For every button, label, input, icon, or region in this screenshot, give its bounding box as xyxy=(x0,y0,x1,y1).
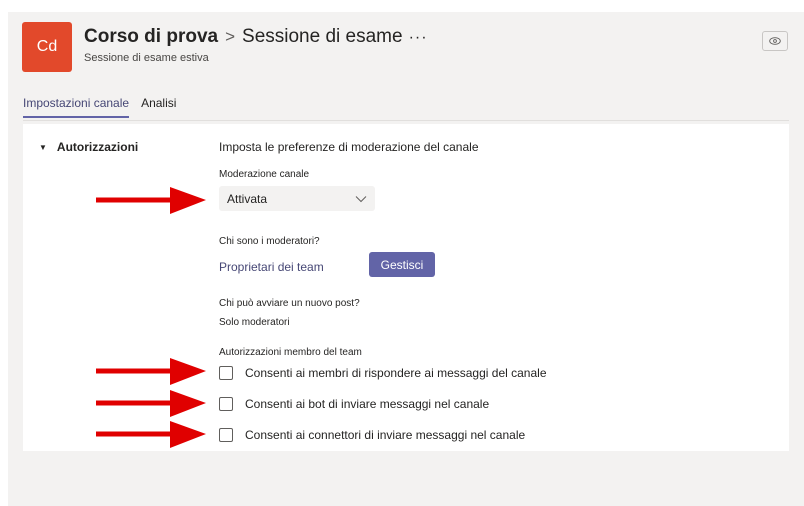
member-permissions-label: Autorizzazioni membro del team xyxy=(219,347,362,358)
team-avatar: Cd xyxy=(22,22,72,72)
new-post-label: Chi può avviare un nuovo post? xyxy=(219,298,360,309)
eye-icon xyxy=(769,37,781,45)
section-title: Autorizzazioni xyxy=(56,140,139,154)
permission-option-connectors[interactable]: Consenti ai connettori di inviare messag… xyxy=(219,428,525,442)
moderation-dropdown[interactable]: Attivata xyxy=(219,186,375,211)
annotation-arrow-icon xyxy=(96,390,206,417)
team-subtitle: Sessione di esame estiva xyxy=(84,52,209,64)
tab-bar: Impostazioni canale Analisi xyxy=(23,96,176,118)
caret-down-icon: ▼ xyxy=(39,142,47,152)
moderators-value-link[interactable]: Proprietari dei team xyxy=(219,260,324,274)
manage-button[interactable]: Gestisci xyxy=(369,252,435,277)
permission-option-replies[interactable]: Consenti ai membri di rispondere ai mess… xyxy=(219,366,547,380)
moderators-label: Chi sono i moderatori? xyxy=(219,236,320,247)
chevron-right-icon: > xyxy=(225,27,236,46)
more-options-icon[interactable]: ··· xyxy=(409,29,428,47)
tab-channel-settings[interactable]: Impostazioni canale xyxy=(23,96,130,118)
team-avatar-initials: Cd xyxy=(36,38,58,55)
annotation-arrow-icon xyxy=(96,187,206,214)
permissions-section-toggle[interactable]: ▼ Autorizzazioni xyxy=(39,140,138,154)
moderation-label: Moderazione canale xyxy=(219,169,310,180)
team-name[interactable]: Corso di prova xyxy=(84,26,218,48)
tab-analytics[interactable]: Analisi xyxy=(141,96,176,118)
tabs-divider xyxy=(23,120,789,121)
chevron-down-icon xyxy=(355,195,367,202)
checkbox[interactable] xyxy=(219,397,233,411)
checkbox[interactable] xyxy=(219,428,233,442)
moderation-value: Attivata xyxy=(227,191,268,206)
permission-option-label: Consenti ai connettori di inviare messag… xyxy=(245,428,526,442)
new-post-value: Solo moderatori xyxy=(219,317,290,328)
permission-option-bots[interactable]: Consenti ai bot di inviare messaggi nel … xyxy=(219,397,489,411)
permission-option-label: Consenti ai membri di rispondere ai mess… xyxy=(245,366,547,380)
annotation-arrow-icon xyxy=(96,358,206,385)
checkbox[interactable] xyxy=(219,366,233,380)
permission-option-label: Consenti ai bot di inviare messaggi nel … xyxy=(245,397,490,411)
view-button[interactable] xyxy=(762,31,788,51)
annotation-arrow-icon xyxy=(96,421,206,448)
settings-intro: Imposta le preferenze di moderazione del… xyxy=(219,140,479,154)
channel-name: Sessione di esame xyxy=(242,26,403,47)
breadcrumb: Corso di prova > Sessione di esame ··· xyxy=(84,26,428,48)
